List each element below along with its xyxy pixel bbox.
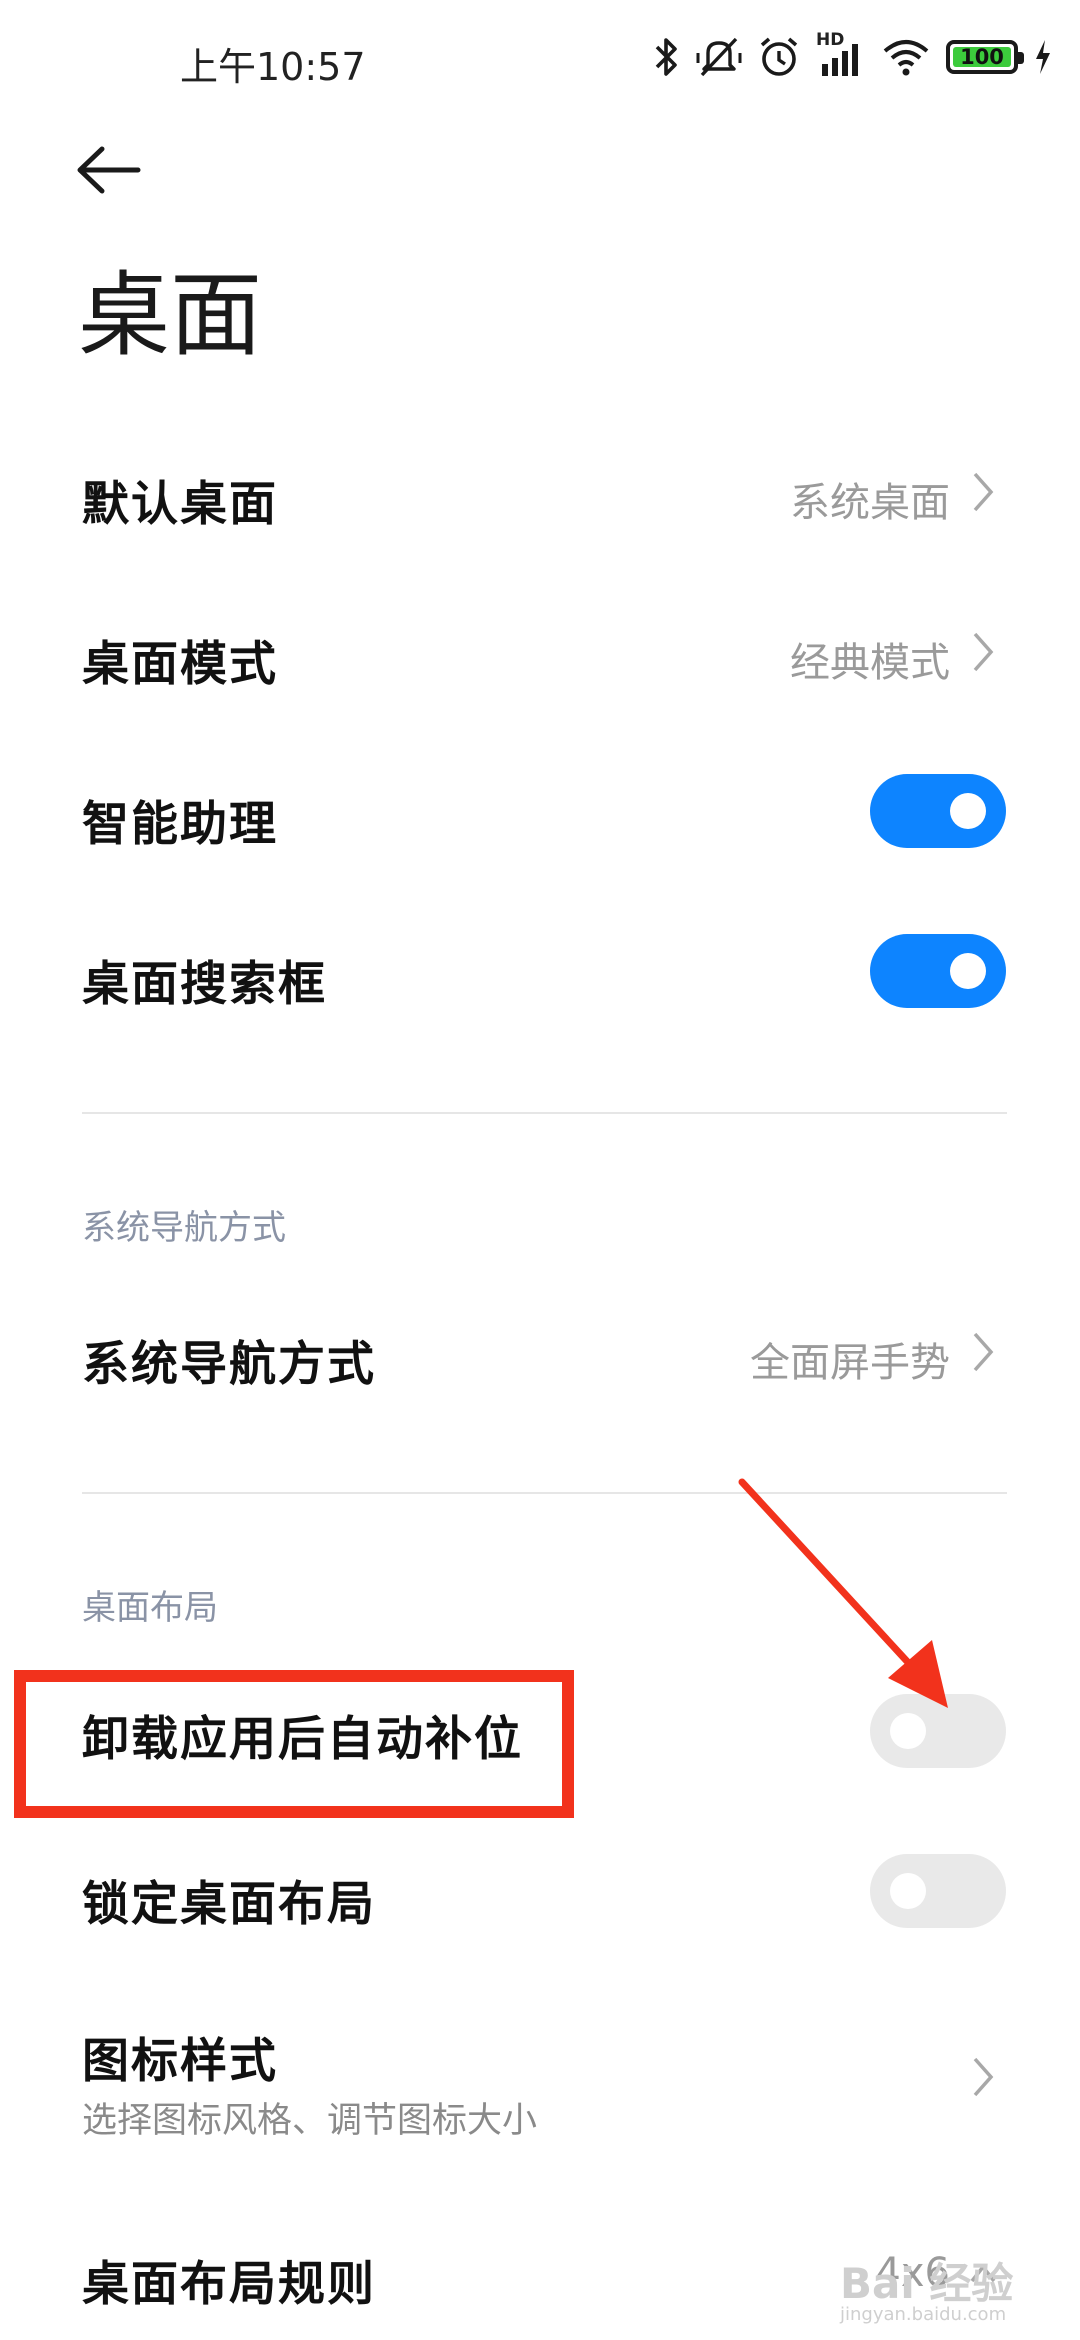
lock-layout-toggle[interactable] [870,1854,1006,1928]
default-launcher-value: 系统桌面 [790,480,950,526]
default-launcher-row[interactable]: 默认桌面 系统桌面 [0,440,1080,545]
chevron-right-icon [973,632,994,672]
search-bar-label: 桌面搜索框 [82,957,327,1012]
annotation-highlight-box [14,1670,574,1818]
search-bar-toggle[interactable] [870,934,1006,1008]
divider [82,1112,1007,1114]
smart-assistant-toggle[interactable] [870,774,1006,848]
annotation-arrow-icon [738,1478,948,1708]
chevron-right-icon [973,1332,994,1372]
nav-section-header: 系统导航方式 [82,1208,286,1248]
icon-style-row[interactable]: 图标样式 选择图标风格、调节图标大小 [0,2000,1080,2150]
battery-icon: 100 [946,40,1024,74]
launcher-mode-value: 经典模式 [790,640,950,686]
layout-rule-label: 桌面布局规则 [82,2257,376,2312]
search-bar-row: 桌面搜索框 [0,920,1080,1025]
watermark-logo: Bai 经验 jingyan.baidu.com [840,2250,1040,2330]
launcher-mode-row[interactable]: 桌面模式 经典模式 [0,600,1080,705]
signal-icon: HD [816,30,866,80]
mute-vibrate-icon [696,35,742,79]
battery-level: 100 [960,45,1004,69]
back-button[interactable] [72,140,152,200]
status-icons: HD 100 [654,30,1052,80]
arrow-left-icon [77,146,141,194]
page-title: 桌面 [78,262,263,369]
nav-mode-row[interactable]: 系统导航方式 全面屏手势 [0,1300,1080,1405]
chevron-right-icon [973,2057,994,2097]
watermark-sub: jingyan.baidu.com [840,2304,1007,2325]
nav-mode-label: 系统导航方式 [82,1337,376,1392]
lock-layout-row: 锁定桌面布局 [0,1840,1080,1945]
bluetooth-icon [654,35,680,79]
wifi-icon [882,37,930,77]
watermark-text: Bai 经验 [840,2259,1014,2308]
status-time: 上午10:57 [180,45,366,89]
chevron-right-icon [973,472,994,512]
smart-assistant-label: 智能助理 [82,797,278,852]
layout-section-header: 桌面布局 [82,1588,218,1628]
smart-assistant-row: 智能助理 [0,760,1080,865]
charging-icon [1034,39,1052,75]
status-bar: 上午10:57 HD 100 [0,0,1080,125]
nav-mode-value: 全面屏手势 [750,1340,950,1386]
alarm-icon [758,35,800,79]
lock-layout-label: 锁定桌面布局 [82,1877,376,1932]
launcher-mode-label: 桌面模式 [82,637,278,692]
default-launcher-label: 默认桌面 [82,477,278,532]
icon-style-subtitle: 选择图标风格、调节图标大小 [82,2101,538,2141]
icon-style-label: 图标样式 [82,2034,278,2089]
